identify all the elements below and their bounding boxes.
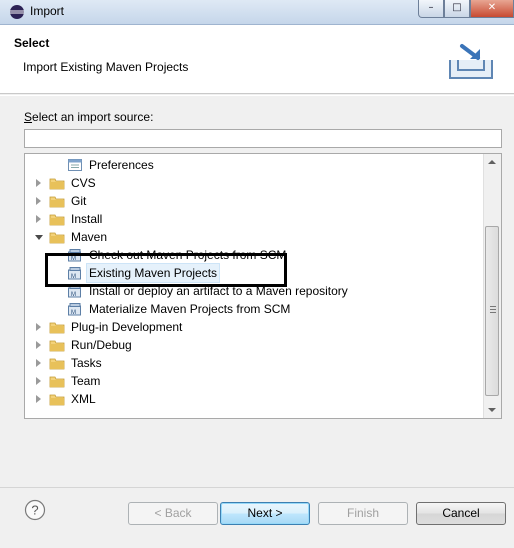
scroll-down-arrow-icon[interactable] <box>488 408 496 412</box>
expanded-arrow-icon[interactable] <box>35 235 43 240</box>
folder-icon <box>49 232 65 244</box>
scrollbar-thumb[interactable] <box>485 226 499 396</box>
folder-icon <box>49 322 65 334</box>
mnemonic-char: S <box>24 110 33 124</box>
tree-item-label: Plug-in Development <box>71 320 183 334</box>
tree-item-label: Materialize Maven Projects from SCM <box>89 302 291 316</box>
back-button[interactable]: < Back <box>128 502 218 525</box>
tree-item-label: Install or deploy an artifact to a Maven… <box>89 284 348 298</box>
svg-text:M: M <box>71 256 76 262</box>
maven-icon: M <box>68 303 81 316</box>
tree-item-label: Preferences <box>89 158 154 172</box>
grip-line <box>490 312 496 313</box>
folder-icon <box>49 196 65 208</box>
tree-item[interactable]: Install <box>25 210 483 228</box>
import-wizard-icon <box>449 44 493 79</box>
collapsed-arrow-icon[interactable] <box>36 359 41 367</box>
collapsed-arrow-icon[interactable] <box>36 179 41 187</box>
folder-icon <box>49 340 65 352</box>
tree-item-label: Install <box>71 212 103 226</box>
maven-icon: M <box>68 249 81 262</box>
tree-item[interactable]: M Install or deploy an artifact to a Mave… <box>25 282 483 300</box>
tree-item[interactable]: Maven <box>25 228 483 246</box>
maven-icon: M <box>68 267 81 280</box>
svg-text:?: ? <box>31 503 38 518</box>
folder-icon <box>49 394 65 406</box>
close-button[interactable]: ✕ <box>470 0 514 18</box>
finish-button[interactable]: Finish <box>318 502 408 525</box>
collapsed-arrow-icon[interactable] <box>36 323 41 331</box>
page-description: Import Existing Maven Projects <box>23 60 189 74</box>
import-source-tree[interactable]: Preferences CVS Git Install Maven M Check out … <box>24 153 502 419</box>
tree-item-label: Tasks <box>71 356 102 370</box>
tree-item[interactable]: M Materialize Maven Projects from SCM <box>25 300 483 318</box>
grip-line <box>490 306 496 307</box>
minimize-button[interactable]: – <box>418 0 444 18</box>
collapsed-arrow-icon[interactable] <box>36 341 41 349</box>
tree-item-label: CVS <box>71 176 96 190</box>
button-bar-separator <box>0 487 514 488</box>
grip-line <box>490 309 496 310</box>
tree-item-label: Team <box>71 374 101 388</box>
help-icon[interactable]: ? <box>24 499 46 521</box>
tree-item-label: Git <box>71 194 87 208</box>
tree-item[interactable]: XML <box>25 390 483 408</box>
tree-item[interactable]: Team <box>25 372 483 390</box>
collapsed-arrow-icon[interactable] <box>36 395 41 403</box>
header-separator <box>0 95 514 96</box>
import-source-label: Select an import source: <box>24 110 153 124</box>
tree-item[interactable]: M Check out Maven Projects from SCM <box>25 246 483 264</box>
svg-text:M: M <box>71 292 76 298</box>
collapsed-arrow-icon[interactable] <box>36 377 41 385</box>
tree-item[interactable]: Run/Debug <box>25 336 483 354</box>
collapsed-arrow-icon[interactable] <box>36 197 41 205</box>
folder-icon <box>49 376 65 388</box>
folder-icon <box>49 214 65 226</box>
page-title: Select <box>14 36 50 50</box>
svg-text:M: M <box>71 274 76 280</box>
wizard-header: Select Import Existing Maven Projects <box>0 25 514 94</box>
collapsed-arrow-icon[interactable] <box>36 215 41 223</box>
tree-item-label: Run/Debug <box>71 338 132 352</box>
tree-item[interactable]: M Existing Maven Projects <box>25 263 483 283</box>
svg-text:M: M <box>71 310 76 316</box>
tree-item[interactable]: Tasks <box>25 354 483 372</box>
tree-item-label: Maven <box>71 230 108 244</box>
tree-vertical-scrollbar[interactable] <box>483 154 501 418</box>
maximize-button[interactable]: □ <box>444 0 470 18</box>
tree-item-label: Existing Maven Projects <box>85 263 221 283</box>
folder-icon <box>49 178 65 190</box>
import-source-label-text: elect an import source: <box>32 110 154 124</box>
tree-item-label: Check out Maven Projects from SCM <box>89 248 287 262</box>
preferences-icon <box>68 159 82 171</box>
title-bar[interactable]: Import – □ ✕ <box>0 0 514 25</box>
tree-item[interactable]: Git <box>25 192 483 210</box>
scroll-up-arrow-icon[interactable] <box>488 160 496 164</box>
cancel-button[interactable]: Cancel <box>416 502 506 525</box>
next-button[interactable]: Next > <box>220 502 310 525</box>
maven-icon: M <box>68 285 81 298</box>
import-source-filter-input[interactable] <box>24 129 502 148</box>
tree-item[interactable]: Preferences <box>25 156 483 174</box>
window-title: Import <box>30 4 65 18</box>
tree-item-label: XML <box>71 392 96 406</box>
folder-icon <box>49 358 65 370</box>
tree-item[interactable]: CVS <box>25 174 483 192</box>
eclipse-app-icon <box>10 5 24 19</box>
tree-item[interactable]: Plug-in Development <box>25 318 483 336</box>
